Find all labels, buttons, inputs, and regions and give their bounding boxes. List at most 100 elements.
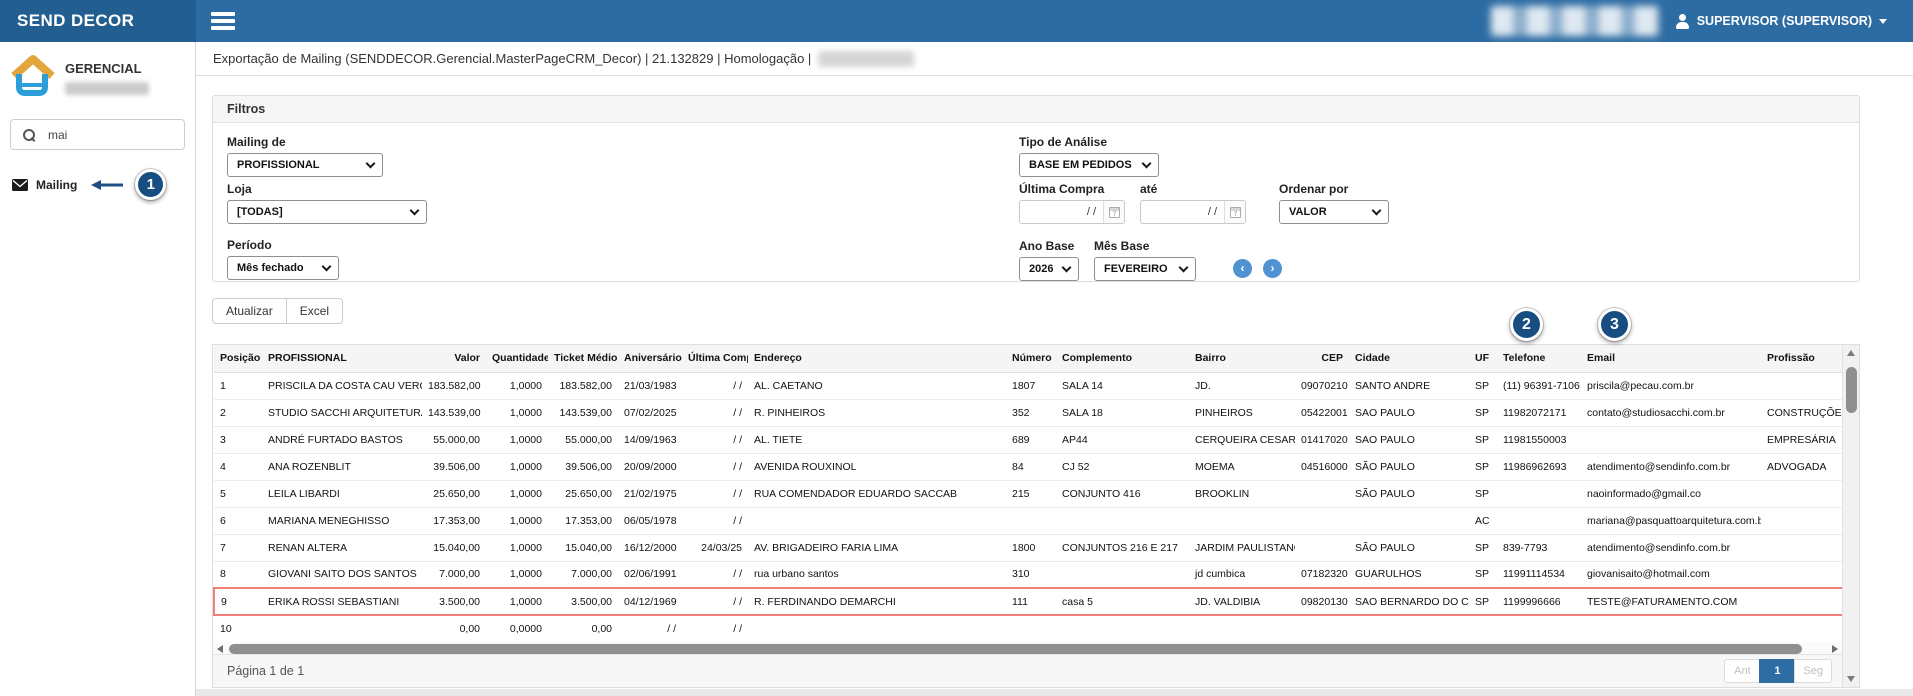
cell-uf: SP xyxy=(1469,426,1497,453)
ordenar-por-select[interactable]: VALOR xyxy=(1279,200,1389,224)
redacted-environment-info xyxy=(818,51,914,67)
table-row[interactable]: 2STUDIO SACCHI ARQUITETURA143.539,001,00… xyxy=(214,399,1842,426)
cell-email: priscila@pecau.com.br xyxy=(1581,372,1761,399)
table-row[interactable]: 7RENAN ALTERA15.040,001,000015.040,0016/… xyxy=(214,534,1842,561)
table-row[interactable]: 3ANDRÉ FURTADO BASTOS55.000,001,000055.0… xyxy=(214,426,1842,453)
col-header-telefone: Telefone xyxy=(1497,345,1581,372)
cell-ultima_compra: / / xyxy=(682,372,748,399)
ate-label: até xyxy=(1140,182,1246,196)
mailing-de-select[interactable]: PROFISSIONAL xyxy=(227,153,383,177)
cell-ultima_compra: / / xyxy=(682,507,748,534)
cell-cidade xyxy=(1349,507,1469,534)
cell-bairro xyxy=(1189,507,1295,534)
col-header-aniversario: Aniversário xyxy=(618,345,682,372)
sidebar-item-mailing[interactable]: Mailing 1 xyxy=(0,158,195,211)
cell-bairro xyxy=(1189,615,1295,642)
cell-quantidade: 1,0000 xyxy=(486,561,548,588)
sidebar-search-input[interactable]: mai xyxy=(10,119,185,150)
cell-profissional: LEILA LIBARDI xyxy=(262,480,422,507)
cell-cidade: SÃO PAULO xyxy=(1349,480,1469,507)
grid-footer: Página 1 de 1 Ant 1 Seg xyxy=(213,654,1842,687)
cell-email: contato@studiosacchi.com.br xyxy=(1581,399,1761,426)
mes-base-select[interactable]: FEVEREIRO xyxy=(1094,257,1196,281)
cell-aniversario: 20/09/2000 xyxy=(618,453,682,480)
scroll-down-icon[interactable] xyxy=(1843,671,1859,687)
cell-cep: 09820130 xyxy=(1295,588,1349,615)
cell-ticket_medio: 3.500,00 xyxy=(548,588,618,615)
col-header-cidade: Cidade xyxy=(1349,345,1469,372)
cell-aniversario: 04/12/1969 xyxy=(618,588,682,615)
cell-ticket_medio: 55.000,00 xyxy=(548,426,618,453)
cell-cep xyxy=(1295,615,1349,642)
ano-base-select[interactable]: 2026 xyxy=(1019,257,1079,281)
scroll-left-icon[interactable] xyxy=(217,645,223,653)
col-header-posicao: Posição xyxy=(214,345,262,372)
cell-aniversario: 14/09/1963 xyxy=(618,426,682,453)
cell-profissao xyxy=(1761,561,1842,588)
cell-ultima_compra: / / xyxy=(682,480,748,507)
cell-profissao: CONSTRUÇÕES xyxy=(1761,399,1842,426)
calendar-icon[interactable] xyxy=(1224,201,1245,223)
cell-ultima_compra: / / xyxy=(682,615,748,642)
next-month-button[interactable]: › xyxy=(1263,259,1282,278)
cell-quantidade: 1,0000 xyxy=(486,426,548,453)
table-row[interactable]: 1PRISCILA DA COSTA CAU VERONESI183.582,0… xyxy=(214,372,1842,399)
atualizar-button[interactable]: Atualizar xyxy=(212,298,287,324)
prev-page-button[interactable]: Ant xyxy=(1724,659,1760,683)
ultima-compra-input[interactable]: / / xyxy=(1019,200,1125,224)
cell-ticket_medio: 17.353,00 xyxy=(548,507,618,534)
excel-button[interactable]: Excel xyxy=(286,298,343,324)
cell-aniversario: / / xyxy=(618,615,682,642)
ano-base-label: Ano Base xyxy=(1019,239,1079,253)
cell-cep xyxy=(1295,480,1349,507)
cell-quantidade: 1,0000 xyxy=(486,534,548,561)
cell-uf: SP xyxy=(1469,453,1497,480)
cell-profissional: GIOVANI SAITO DOS SANTOS xyxy=(262,561,422,588)
cell-complemento: AP44 xyxy=(1056,426,1189,453)
cell-bairro: JD. xyxy=(1189,372,1295,399)
cell-valor: 0,00 xyxy=(422,615,486,642)
previous-month-button[interactable]: ‹ xyxy=(1233,259,1252,278)
cell-posicao: 9 xyxy=(214,588,262,615)
table-row[interactable]: 9ERIKA ROSSI SEBASTIANI3.500,001,00003.5… xyxy=(214,588,1842,615)
cell-profissional: RENAN ALTERA xyxy=(262,534,422,561)
house-sofa-logo-icon xyxy=(8,55,56,101)
table-row[interactable]: 6MARIANA MENEGHISSO17.353,001,000017.353… xyxy=(214,507,1842,534)
table-row[interactable]: 100,000,00000,00/ // / xyxy=(214,615,1842,642)
cell-cep: 01417020 xyxy=(1295,426,1349,453)
cell-posicao: 10 xyxy=(214,615,262,642)
app-name: GERENCIAL xyxy=(65,61,149,76)
tipo-analise-select[interactable]: BASE EM PEDIDOS xyxy=(1019,153,1159,177)
page-1-button[interactable]: 1 xyxy=(1759,659,1795,683)
next-page-button[interactable]: Seg xyxy=(1794,659,1832,683)
cell-ticket_medio: 7.000,00 xyxy=(548,561,618,588)
ate-input[interactable]: / / xyxy=(1140,200,1246,224)
cell-ultima_compra: 24/03/25 xyxy=(682,534,748,561)
cell-profissional: ERIKA ROSSI SEBASTIANI xyxy=(262,588,422,615)
table-row[interactable]: 8GIOVANI SAITO DOS SANTOS7.000,001,00007… xyxy=(214,561,1842,588)
scroll-right-icon[interactable] xyxy=(1832,645,1838,653)
hamburger-menu-icon[interactable] xyxy=(211,12,235,30)
user-menu[interactable]: SUPERVISOR (SUPERVISOR) xyxy=(1675,14,1887,29)
chevron-down-icon xyxy=(1142,159,1152,169)
calendar-icon[interactable] xyxy=(1103,201,1124,223)
cell-cep: 05422001 xyxy=(1295,399,1349,426)
cell-complemento: SALA 18 xyxy=(1056,399,1189,426)
col-header-ticket_medio: Ticket Médio xyxy=(548,345,618,372)
cell-aniversario: 21/02/1975 xyxy=(618,480,682,507)
cell-endereco: rua urbano santos xyxy=(748,561,1006,588)
cell-valor: 55.000,00 xyxy=(422,426,486,453)
cell-profissao: EMPRESÁRIA xyxy=(1761,426,1842,453)
cell-complemento xyxy=(1056,615,1189,642)
cell-ticket_medio: 143.539,00 xyxy=(548,399,618,426)
table-row[interactable]: 5LEILA LIBARDI25.650,001,000025.650,0021… xyxy=(214,480,1842,507)
cell-aniversario: 06/05/1978 xyxy=(618,507,682,534)
scroll-up-icon[interactable] xyxy=(1843,345,1859,361)
horizontal-scroll-thumb[interactable] xyxy=(229,644,1802,654)
vertical-scroll-thumb[interactable] xyxy=(1846,367,1857,413)
table-row[interactable]: 4ANA ROZENBLIT39.506,001,000039.506,0020… xyxy=(214,453,1842,480)
cell-cep: 04516000 xyxy=(1295,453,1349,480)
periodo-select[interactable]: Mês fechado xyxy=(227,256,339,280)
loja-select[interactable]: [TODAS] xyxy=(227,200,427,224)
main-area: Exportação de Mailing (SENDDECOR.Gerenci… xyxy=(196,42,1913,696)
